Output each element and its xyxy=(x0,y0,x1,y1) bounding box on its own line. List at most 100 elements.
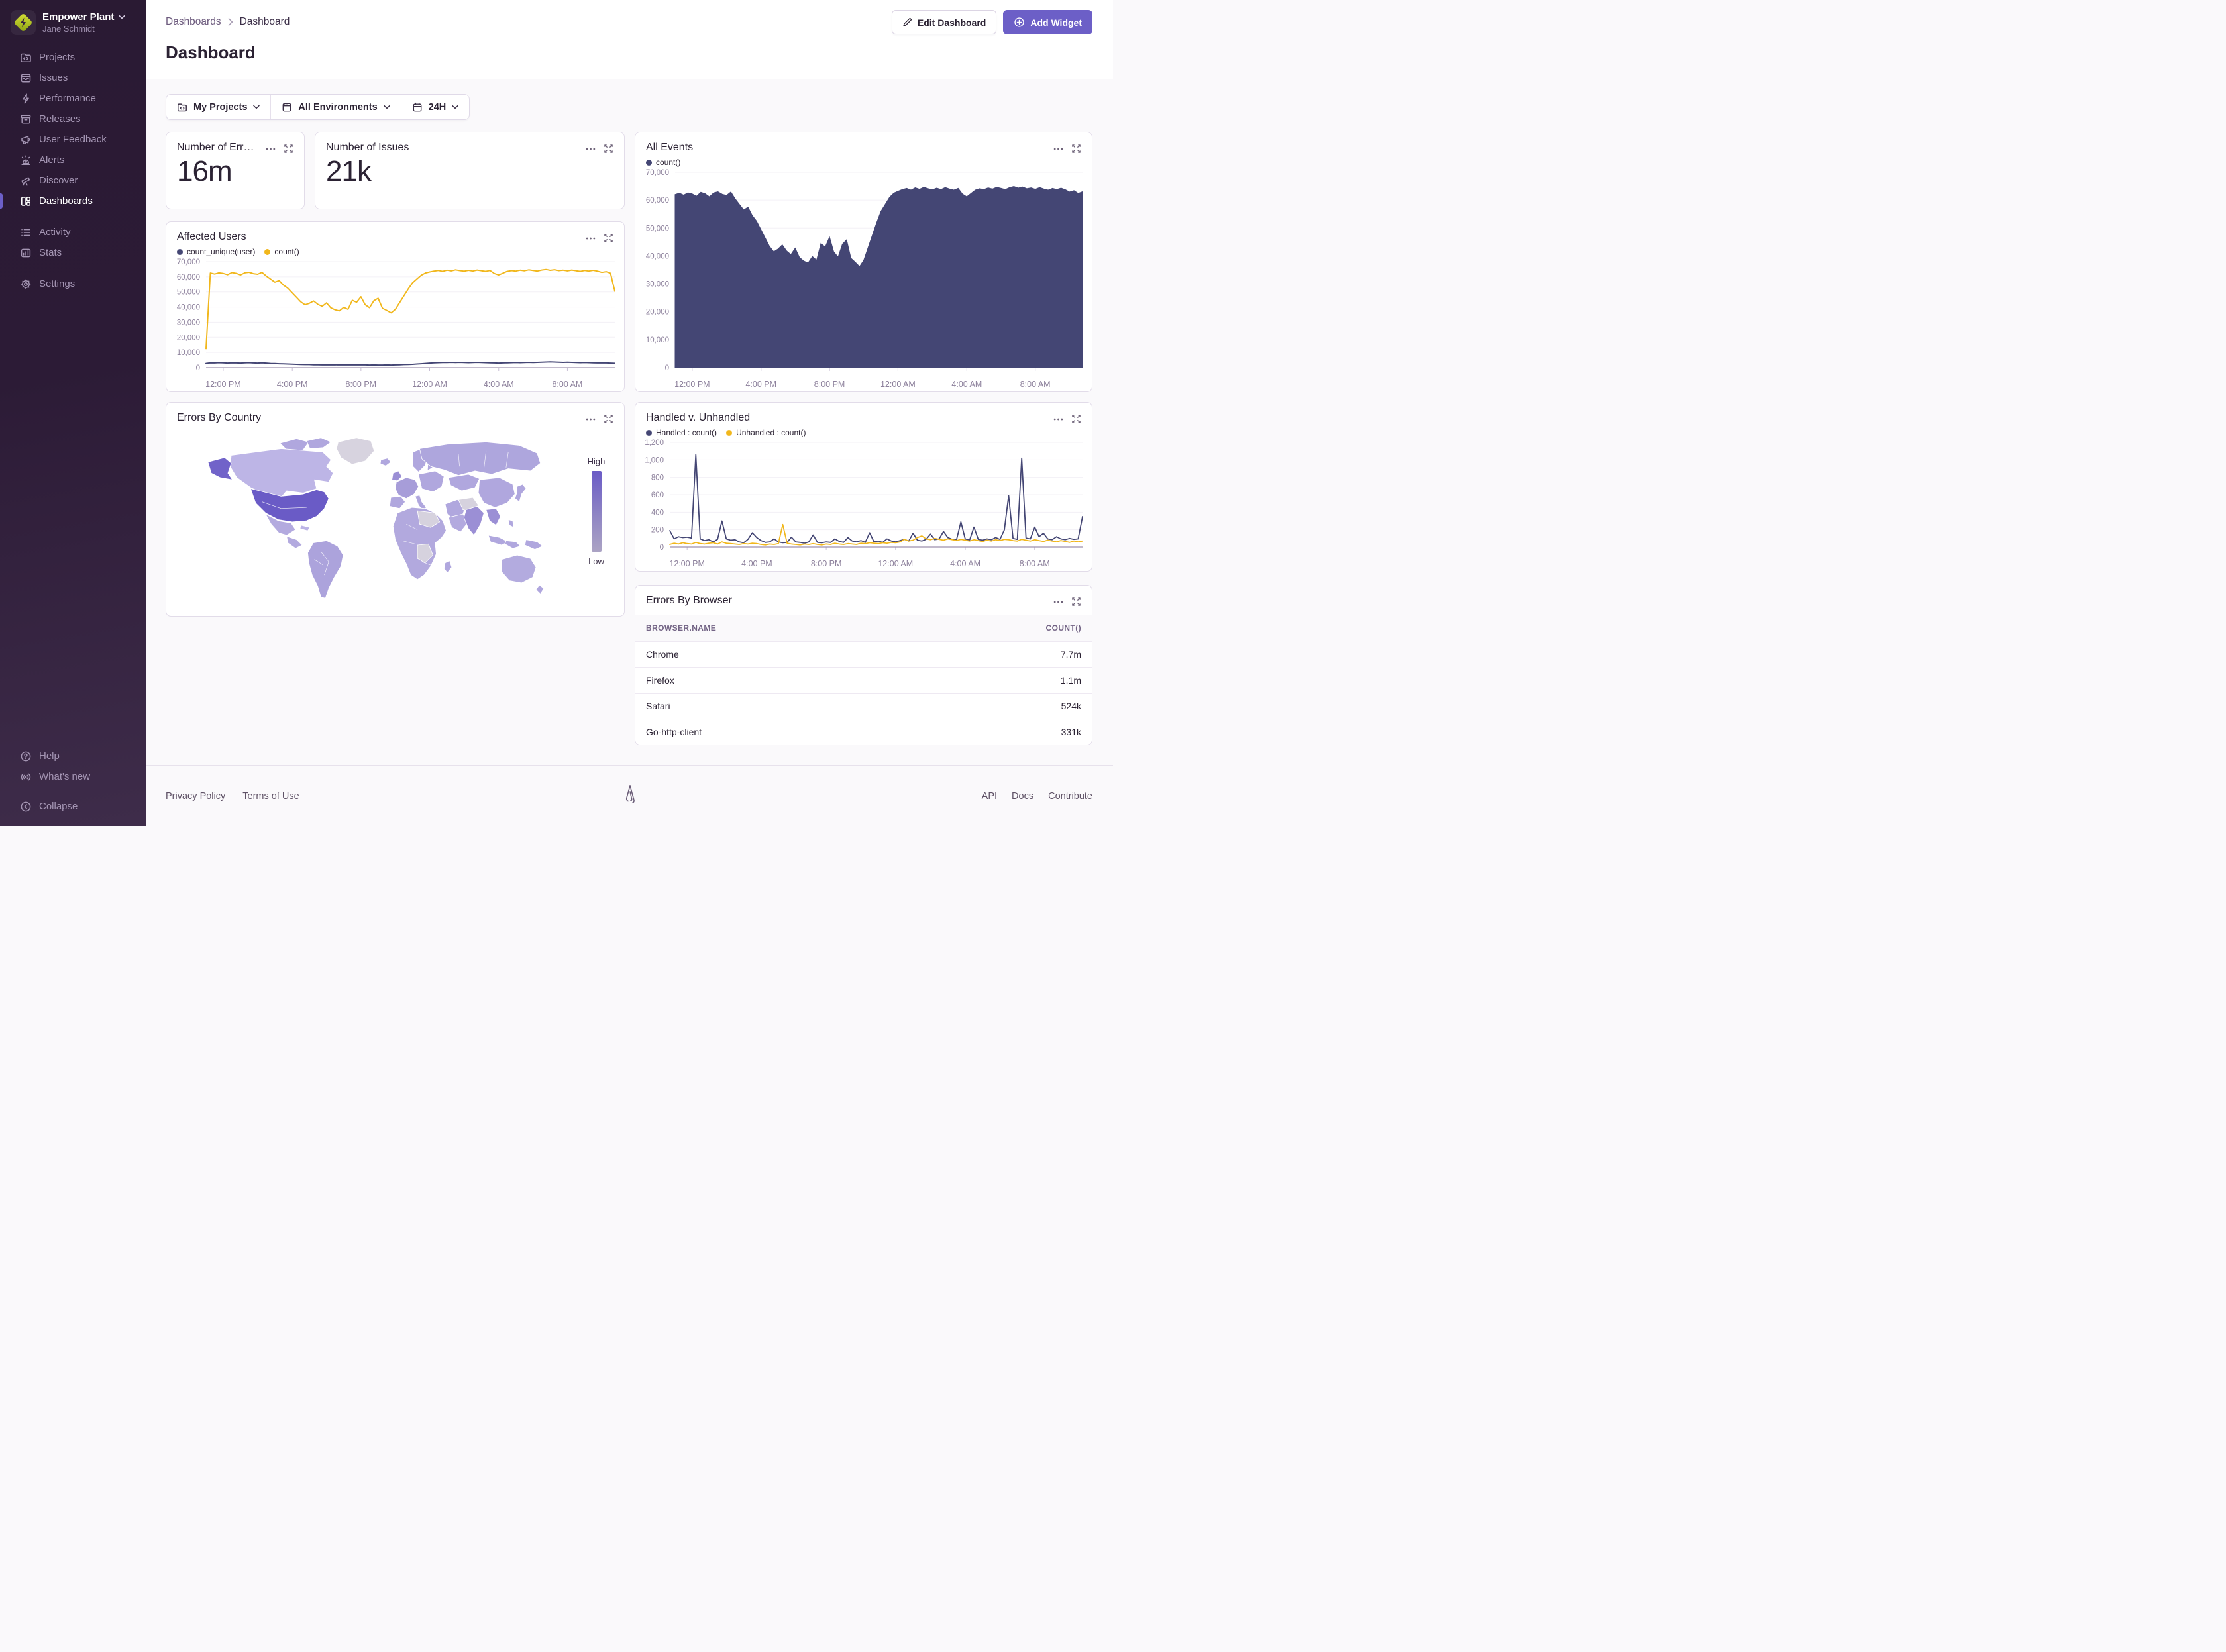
legend-item[interactable]: count_unique(user) xyxy=(177,247,255,256)
sidebar-item-releases[interactable]: Releases xyxy=(0,109,146,129)
privacy-policy-link[interactable]: Privacy Policy xyxy=(166,791,225,801)
org-logo-icon xyxy=(11,10,36,35)
errors-by-browser-table: BROWSER.NAME COUNT() Chrome 7.7m Firefox… xyxy=(635,615,1092,745)
sidebar-item-settings[interactable]: Settings xyxy=(0,274,146,294)
widget-number-of-issues: Number of Issues 21k xyxy=(315,132,625,209)
svg-text:12:00 PM: 12:00 PM xyxy=(669,559,705,568)
widget-handled-v-unhandled: Handled v. Unhandled Handled : count() U… xyxy=(635,402,1092,572)
breadcrumb-dashboards-link[interactable]: Dashboards xyxy=(166,16,221,28)
chevron-down-icon xyxy=(452,105,458,109)
svg-text:4:00 AM: 4:00 AM xyxy=(950,559,980,568)
widget-menu-button[interactable] xyxy=(586,148,596,150)
sidebar-item-issues[interactable]: Issues xyxy=(0,68,146,88)
legend-item[interactable]: count() xyxy=(264,247,299,256)
legend-item[interactable]: Unhandled : count() xyxy=(726,428,806,437)
table-row[interactable]: Go-http-client 331k xyxy=(635,719,1092,745)
chevron-down-icon xyxy=(384,105,390,109)
widget-menu-button[interactable] xyxy=(1053,601,1063,603)
sidebar-item-performance[interactable]: Performance xyxy=(0,88,146,109)
browser-name-cell: Firefox xyxy=(646,675,674,686)
widget-title: All Events xyxy=(646,142,693,154)
widget-title: Number of Err… xyxy=(177,142,254,154)
svg-text:800: 800 xyxy=(651,474,664,482)
svg-text:1,200: 1,200 xyxy=(645,439,664,447)
edit-dashboard-button[interactable]: Edit Dashboard xyxy=(892,10,996,34)
widget-menu-button[interactable] xyxy=(1053,148,1063,150)
count-cell: 331k xyxy=(1061,727,1081,737)
count-cell: 7.7m xyxy=(1061,649,1081,660)
projects-filter-icon xyxy=(177,102,187,113)
sidebar-item-stats[interactable]: Stats xyxy=(0,242,146,263)
widget-menu-button[interactable] xyxy=(586,418,596,421)
projects-filter[interactable]: My Projects xyxy=(166,95,270,119)
svg-text:50,000: 50,000 xyxy=(646,225,669,232)
widget-expand-button[interactable] xyxy=(604,414,613,424)
sidebar-item-user-feedback[interactable]: User Feedback xyxy=(0,129,146,150)
widget-expand-button[interactable] xyxy=(1071,597,1081,607)
sidebar-item-label: Collapse xyxy=(39,801,78,812)
environments-filter-label: All Environments xyxy=(298,102,377,113)
sidebar-item-dashboards[interactable]: Dashboards xyxy=(0,191,146,211)
column-browser-name: BROWSER.NAME xyxy=(646,623,716,633)
calendar-icon xyxy=(412,102,423,113)
legend-item[interactable]: Handled : count() xyxy=(646,428,717,437)
widget-expand-button[interactable] xyxy=(1071,144,1081,154)
chevron-right-icon xyxy=(228,18,233,26)
browser-name-cell: Safari xyxy=(646,701,670,711)
add-widget-label: Add Widget xyxy=(1030,17,1082,28)
chart-legend: count() xyxy=(635,154,1092,167)
sidebar-item-projects[interactable]: Projects xyxy=(0,47,146,68)
projects-filter-label: My Projects xyxy=(193,102,247,113)
pencil-icon xyxy=(902,17,912,27)
svg-text:0: 0 xyxy=(660,544,664,552)
sidebar-item-collapse[interactable]: Collapse xyxy=(0,796,146,817)
svg-text:10,000: 10,000 xyxy=(177,349,200,357)
svg-text:4:00 PM: 4:00 PM xyxy=(745,380,776,389)
widget-expand-button[interactable] xyxy=(284,144,293,154)
sidebar-item-alerts[interactable]: Alerts xyxy=(0,150,146,170)
widget-menu-button[interactable] xyxy=(1053,418,1063,421)
svg-text:12:00 AM: 12:00 AM xyxy=(878,559,913,568)
sidebar-item-label: Help xyxy=(39,750,60,762)
table-row[interactable]: Chrome 7.7m xyxy=(635,641,1092,667)
count-cell: 1.1m xyxy=(1061,675,1081,686)
svg-text:12:00 AM: 12:00 AM xyxy=(880,380,916,389)
sidebar-bottom: Help What's new Collapse xyxy=(0,746,146,817)
widget-expand-button[interactable] xyxy=(604,144,613,154)
legend-dot xyxy=(646,160,652,166)
sidebar-item-discover[interactable]: Discover xyxy=(0,170,146,191)
sidebar-item-help[interactable]: Help xyxy=(0,746,146,766)
svg-text:30,000: 30,000 xyxy=(646,281,669,289)
terms-of-use-link[interactable]: Terms of Use xyxy=(242,791,299,801)
alerts-icon xyxy=(20,154,32,166)
widget-menu-button[interactable] xyxy=(266,148,276,150)
widget-title: Errors By Browser xyxy=(646,595,732,607)
docs-link[interactable]: Docs xyxy=(1012,791,1034,801)
widget-expand-button[interactable] xyxy=(604,233,613,243)
time-range-filter[interactable]: 24H xyxy=(401,95,470,119)
widget-expand-button[interactable] xyxy=(1071,414,1081,424)
org-switcher[interactable]: Empower Plant Jane Schmidt xyxy=(0,0,146,42)
svg-text:20,000: 20,000 xyxy=(646,309,669,317)
legend-dot xyxy=(177,249,183,255)
sidebar-item-activity[interactable]: Activity xyxy=(0,222,146,242)
api-link[interactable]: API xyxy=(982,791,997,801)
contribute-link[interactable]: Contribute xyxy=(1048,791,1092,801)
map-color-legend: High Low xyxy=(575,427,617,609)
page-header: Dashboards Dashboard Edit Dashboard Add … xyxy=(146,0,1113,79)
widget-menu-button[interactable] xyxy=(586,237,596,240)
legend-dot xyxy=(264,249,270,255)
add-widget-button[interactable]: Add Widget xyxy=(1003,10,1092,34)
column-count: COUNT() xyxy=(1046,623,1081,633)
svg-text:60,000: 60,000 xyxy=(177,274,200,282)
table-row[interactable]: Safari 524k xyxy=(635,693,1092,719)
handled-unhandled-chart: 02004006008001,0001,20012:00 PM4:00 PM8:… xyxy=(635,437,1092,571)
sidebar-item-label: Stats xyxy=(39,247,62,258)
legend-label: count() xyxy=(274,247,299,256)
widget-number-of-errors: Number of Err… 16m xyxy=(166,132,305,209)
sidebar-item-whats-new[interactable]: What's new xyxy=(0,766,146,787)
all-events-chart: 010,00020,00030,00040,00050,00060,00070,… xyxy=(635,167,1092,391)
legend-item[interactable]: count() xyxy=(646,158,680,167)
environments-filter[interactable]: All Environments xyxy=(271,95,400,119)
table-row[interactable]: Firefox 1.1m xyxy=(635,667,1092,693)
